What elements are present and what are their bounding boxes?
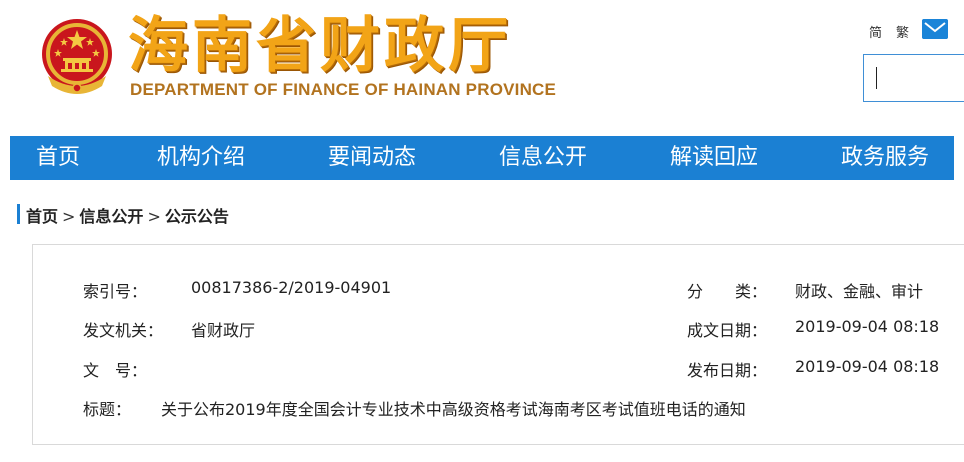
created-date-value: 2019-09-04 08:18 xyxy=(795,317,940,336)
national-emblem-logo xyxy=(42,19,112,94)
nav-item-news[interactable]: 要闻动态 xyxy=(328,136,416,180)
nav-item-interpretation[interactable]: 解读回应 xyxy=(670,136,758,180)
category-label: 分 类： xyxy=(687,282,768,301)
index-value: 00817386-2/2019-04901 xyxy=(191,278,392,297)
breadcrumb-separator: > xyxy=(147,207,161,226)
created-date-label: 成文日期： xyxy=(687,321,768,340)
site-title-english: DEPARTMENT OF FINANCE OF HAINAN PROVINCE xyxy=(130,80,557,99)
published-date-value: 2019-09-04 08:18 xyxy=(795,357,940,376)
breadcrumb-disclosure[interactable]: 信息公开 xyxy=(79,207,143,226)
simplified-chinese-link[interactable]: 简 xyxy=(869,22,882,41)
document-number-label: 文 号： xyxy=(83,361,148,380)
index-label: 索引号： xyxy=(83,282,148,301)
document-info-card: 索引号： 00817386-2/2019-04901 分 类： 财政、金融、审计… xyxy=(32,244,964,445)
breadcrumb-marker xyxy=(17,204,20,224)
nav-item-home[interactable]: 首页 xyxy=(36,136,80,180)
search-input[interactable] xyxy=(863,54,964,102)
issuer-value: 省财政厅 xyxy=(191,321,256,340)
issuer-label: 发文机关： xyxy=(83,321,164,340)
site-title: 海南省财政厅 xyxy=(128,11,512,81)
breadcrumb-separator: > xyxy=(62,207,76,226)
breadcrumb-notices[interactable]: 公示公告 xyxy=(165,207,229,226)
nav-item-disclosure[interactable]: 信息公开 xyxy=(499,136,587,180)
nav-item-about[interactable]: 机构介绍 xyxy=(157,136,245,180)
published-date-label: 发布日期： xyxy=(687,361,768,380)
breadcrumb: 首页 > 信息公开 > 公示公告 xyxy=(26,203,229,227)
traditional-chinese-link[interactable]: 繁 xyxy=(896,22,909,41)
nav-item-services[interactable]: 政务服务 xyxy=(841,136,929,180)
breadcrumb-home[interactable]: 首页 xyxy=(26,207,58,226)
subject-label: 标题： xyxy=(83,400,132,419)
main-nav: 首页 机构介绍 要闻动态 信息公开 解读回应 政务服务 xyxy=(10,136,954,180)
category-value: 财政、金融、审计 xyxy=(795,282,924,301)
mail-icon[interactable] xyxy=(922,19,948,39)
subject-value: 关于公布2019年度全国会计专业技术中高级资格考试海南考区考试值班电话的通知 xyxy=(161,400,746,419)
text-cursor xyxy=(876,67,877,89)
